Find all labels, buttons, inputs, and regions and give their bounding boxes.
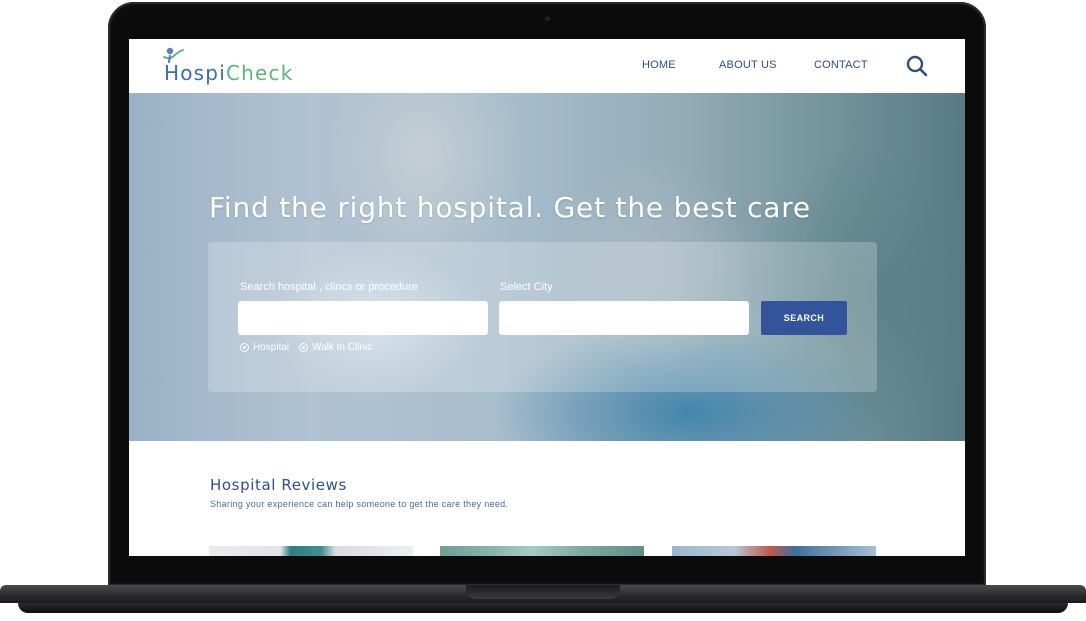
hero-banner: Find the right hospital. Get the best ca…	[129, 93, 965, 441]
review-card-image[interactable]	[672, 546, 876, 556]
search-button[interactable]: SEARCH	[761, 301, 847, 335]
laptop-base-bottom	[18, 603, 1068, 613]
nav-about-link[interactable]: ABOUT US	[719, 59, 777, 71]
hospital-search-label: Search hospital , clincs or procedure	[240, 281, 418, 293]
search-icon[interactable]	[905, 54, 929, 78]
radio-walk-in-clinic-label: Walk In Clinic	[312, 342, 373, 353]
radio-walk-in-clinic[interactable]: Walk In Clinic	[299, 342, 372, 353]
logo[interactable]: HospiCheck	[163, 47, 313, 87]
hero-title: Find the right hospital. Get the best ca…	[209, 191, 811, 224]
nav-home-link[interactable]: HOME	[642, 59, 676, 71]
city-input[interactable]	[499, 301, 749, 335]
search-panel: Search hospital , clincs or procedure Se…	[208, 242, 877, 392]
nav-contact-link[interactable]: CONTACT	[814, 59, 868, 71]
city-select-label: Select City	[500, 281, 553, 293]
radio-circle-icon	[240, 343, 249, 352]
reviews-subtitle: Sharing your experience can help someone…	[210, 499, 509, 509]
radio-circle-icon	[299, 343, 308, 352]
laptop-base	[0, 585, 1086, 619]
review-card-image[interactable]	[440, 546, 644, 556]
reviews-heading: Hospital Reviews	[210, 476, 347, 494]
radio-hospital-label: Hospital	[253, 342, 290, 353]
hospital-search-input[interactable]	[238, 301, 488, 335]
camera-dot	[545, 16, 550, 21]
laptop-opening-notch	[466, 585, 620, 599]
radio-hospital[interactable]: Hospital	[240, 342, 289, 353]
logo-text-check: Check	[225, 61, 294, 85]
logo-text-hospi: Hospi	[164, 61, 226, 85]
logo-text: HospiCheck	[164, 61, 293, 85]
review-card-image[interactable]	[209, 546, 413, 556]
site-header: HospiCheck HOME ABOUT US CONTACT	[129, 39, 965, 93]
browser-viewport: HospiCheck HOME ABOUT US CONTACT Find th…	[129, 39, 965, 556]
